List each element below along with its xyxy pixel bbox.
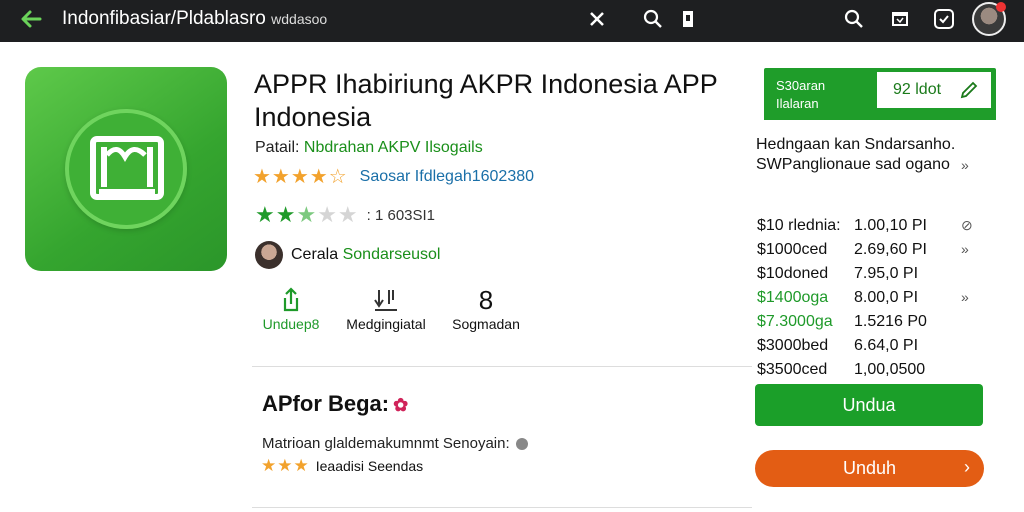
- pricing-amount: $1400oga: [757, 289, 829, 306]
- accent-line: [764, 116, 996, 120]
- share-icon[interactable]: [888, 7, 912, 31]
- download-size-field[interactable]: 92 ldot: [875, 70, 993, 110]
- top-app-bar: Indonfibasiar/Pldablasro wddasoo: [0, 0, 1024, 42]
- pricing-amount: $7.3000ga: [757, 313, 833, 330]
- developer-row[interactable]: Cerala Sondarseusol: [255, 241, 440, 269]
- action-number[interactable]: 8 Sogmadan: [451, 284, 521, 333]
- download-stat[interactable]: Saosar Ifdlegah1602380: [360, 168, 534, 186]
- app-logo-icon: [25, 67, 227, 271]
- remove-icon[interactable]: ⊘: [961, 217, 973, 234]
- pricing-table: Hedngaan kan Sndarsanho. SWPanglionaue s…: [756, 135, 986, 378]
- download-box-label: S30aran Ilalaran: [776, 78, 826, 111]
- bookmark-icon[interactable]: [676, 7, 700, 31]
- pricing-value: 1.5216 P0: [854, 313, 927, 330]
- pricing-amount: $10doned: [757, 265, 829, 282]
- section-title: APfor Begа: ✿: [262, 391, 409, 416]
- pricing-header-2: SWPanglionaue sad ogano: [756, 156, 950, 173]
- pricing-row[interactable]: $10 rlednia: 1.00,10 PI ⊘: [756, 217, 986, 237]
- app-title: APPR Ihabiriung AKPR Indonesia APP Indon…: [254, 69, 718, 132]
- rating-count: : 1 603SI1: [366, 206, 436, 224]
- pricing-amount: $3000bed: [757, 337, 829, 354]
- avatar[interactable]: [972, 2, 1006, 36]
- pricing-row[interactable]: $1000ced 2.69,60 PI »: [756, 241, 986, 261]
- pricing-row[interactable]: $10doned 7.95,0 PI: [756, 265, 986, 285]
- pricing-header-1: Hedngaan kan Sndarsanho.: [756, 136, 956, 153]
- action-share-label: Unduep8: [262, 316, 320, 332]
- edit-pencil-icon[interactable]: [959, 80, 979, 105]
- action-download-label: Medgingiatal: [346, 316, 426, 332]
- pricing-amount: $3500ced: [757, 361, 828, 378]
- developer-name[interactable]: Sondarseusol: [343, 246, 441, 264]
- pricing-row[interactable]: $1400oga 8.00,0 PI »: [756, 289, 986, 309]
- publisher-line: Patail: Nbdrahan AKPV Ilsogails: [255, 139, 483, 157]
- action-share[interactable]: Unduep8: [256, 284, 326, 332]
- download-size-box: S30aran Ilalaran 92 ldot: [764, 68, 996, 118]
- section-description: Matrioan glaldemakumnmt Senoyain:: [262, 435, 528, 452]
- section-divider: [252, 366, 752, 367]
- action-download[interactable]: Medgingiatal: [336, 284, 436, 332]
- section-rating-text: Ieaadisi Seendas: [315, 458, 424, 474]
- action-number-label: Sogmadan: [452, 316, 520, 332]
- share-icon: [256, 284, 326, 316]
- download-button[interactable]: Undua: [755, 384, 983, 426]
- pricing-amount: $10 rlednia:: [757, 217, 841, 234]
- publisher-link[interactable]: Nbdrahan AKPV Ilsogails: [304, 139, 483, 156]
- pricing-value: 1,00,0500: [854, 361, 926, 378]
- title-suffix: wddasoo: [271, 11, 328, 27]
- rating-summary: ★★★★☆ Saosar Ifdlegah1602380: [253, 164, 534, 189]
- pricing-row[interactable]: $7.3000ga 1.5216 P0: [756, 313, 986, 333]
- back-arrow-icon[interactable]: [18, 6, 44, 32]
- info-icon[interactable]: [515, 438, 528, 451]
- star-rating: ★★★★☆: [253, 166, 348, 188]
- close-icon[interactable]: [585, 7, 609, 31]
- chevron-right-icon[interactable]: »: [961, 241, 969, 257]
- pricing-row[interactable]: $3000bed 6.64,0 PI: [756, 337, 986, 357]
- download-size-value: 92 ldot: [893, 81, 942, 98]
- pricing-amount: $1000ced: [757, 241, 828, 258]
- download-icon: [336, 284, 436, 316]
- flower-icon: ✿: [393, 395, 409, 415]
- notification-badge: [996, 2, 1006, 12]
- install-button[interactable]: Unduh ›: [755, 450, 984, 487]
- number-icon: 8: [478, 284, 494, 315]
- action-row: Unduep8 Medgingiatal 8 Sogmadan: [256, 284, 536, 344]
- developer-avatar: [255, 241, 283, 269]
- user-rating[interactable]: ★★★★★ : 1 603SI1: [255, 202, 435, 228]
- search-icon[interactable]: [842, 7, 866, 31]
- pricing-value: 1.00,10 PI: [854, 217, 927, 234]
- title-text: Indonfibasiar/Pldablasro: [62, 8, 266, 29]
- section-stars: ★★★: [261, 456, 310, 475]
- pricing-value: 8.00,0 PI: [854, 289, 919, 306]
- chevron-right-icon[interactable]: »: [961, 157, 969, 173]
- app-details-page: APPR Ihabiriung AKPR Indonesia APP Indon…: [0, 42, 1024, 512]
- star-rating-green: ★★★★★: [255, 202, 359, 227]
- page-title: Indonfibasiar/Pldablasro wddasoo: [62, 8, 327, 30]
- publisher-label: Patail:: [255, 139, 300, 156]
- pricing-value: 2.69,60 PI: [854, 241, 927, 258]
- pricing-row[interactable]: $3500ced 1,00,0500: [756, 361, 986, 381]
- developer-label: Cerala: [291, 246, 339, 263]
- badge-icon[interactable]: [932, 7, 956, 31]
- section-rating: ★★★ Ieaadisi Seendas: [261, 456, 423, 476]
- pricing-value: 6.64,0 PI: [854, 337, 919, 354]
- chevron-right-icon: ›: [964, 457, 970, 477]
- section-divider-bottom: [252, 507, 752, 508]
- search-icon[interactable]: [641, 7, 665, 31]
- install-button-label: Unduh: [842, 458, 897, 478]
- chevron-right-icon[interactable]: »: [961, 289, 969, 305]
- pricing-value: 7.95,0 PI: [854, 265, 919, 282]
